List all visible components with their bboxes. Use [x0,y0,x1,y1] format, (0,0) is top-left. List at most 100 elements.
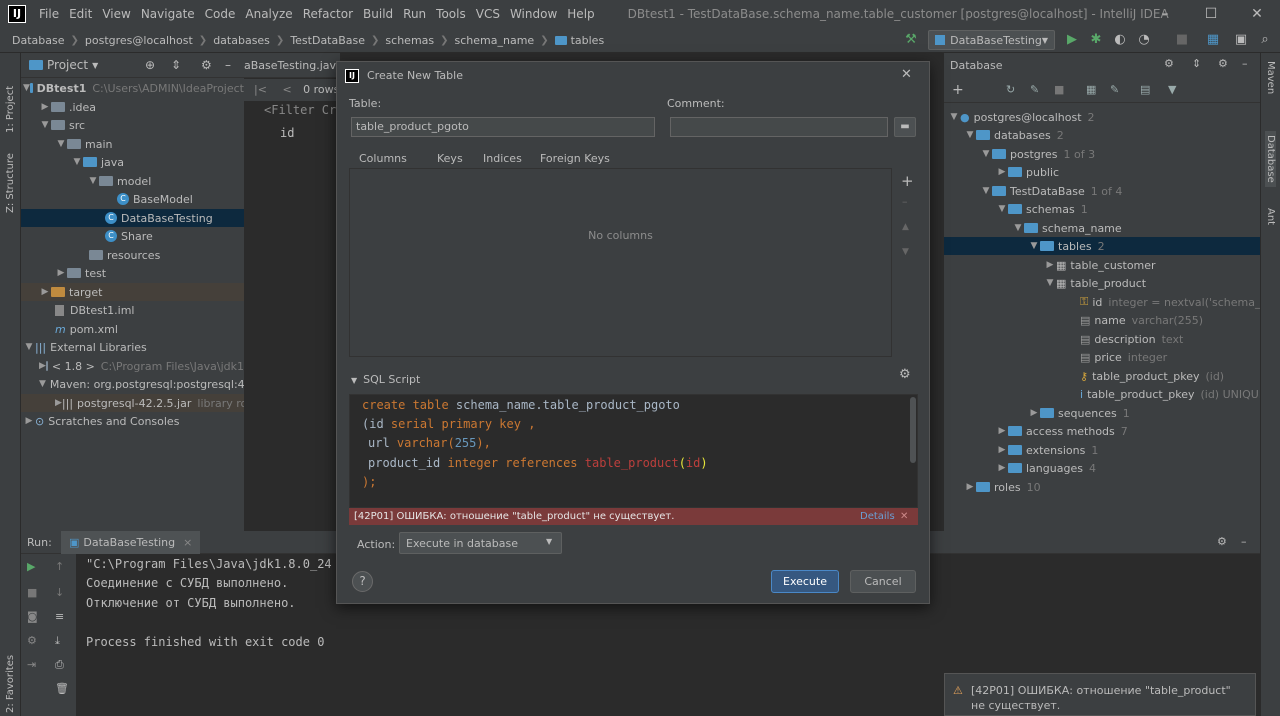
action-select[interactable]: Execute in database ▼ [399,532,562,554]
tree-row-maven-postgres[interactable]: ▼ Maven: org.postgresql:postgresql:4 [21,375,244,393]
project-structure-icon[interactable]: ▦ [1204,31,1222,49]
gear-icon[interactable]: ⚙ [1217,535,1227,548]
filter-input[interactable]: <Filter Cr [264,103,336,117]
debug-icon[interactable]: ✱ [1087,31,1105,49]
tree-row-databasetesting[interactable]: C DataBaseTesting [21,209,244,227]
close-icon[interactable]: ✕ [901,67,912,82]
tree-row-src[interactable]: ▼ src [21,116,244,134]
tab-foreign-keys[interactable]: Foreign Keys [540,152,610,165]
camera-icon[interactable]: ◙ [27,610,38,623]
sql-editor[interactable]: create table schema_name.table_product_p… [349,394,918,508]
crumb-testdatabase[interactable]: TestDataBase [290,34,365,47]
tree-row-java[interactable]: ▼ java [21,153,244,171]
close-error-icon[interactable]: ✕ [900,511,908,522]
hide-icon[interactable]: – [225,58,231,72]
tree-row-basemodel[interactable]: C BaseModel [21,190,244,208]
tab-favorites[interactable]: 2: Favorites [5,653,16,713]
gear-icon[interactable]: ⚙ [1164,57,1174,70]
crumb-schema-name[interactable]: schema_name [455,34,535,47]
db-row-roles[interactable]: ▶ roles 10 [944,478,1260,496]
stop-icon[interactable]: ■ [1054,83,1064,96]
db-row-host[interactable]: ▼ ● postgres@localhost 2 [944,108,1260,126]
db-row-pkey[interactable]: ⚷ table_product_pkey (id) [944,367,1260,385]
layout-icon[interactable]: ▣ [1232,31,1250,49]
run-tab[interactable]: ▣ DataBaseTesting × [61,531,201,554]
settings-icon[interactable]: ⚙ [1218,57,1228,70]
rerun-icon[interactable]: ▶ [27,560,35,573]
hide-icon[interactable]: – [1241,535,1247,548]
coverage-icon[interactable]: ◐ [1111,31,1129,49]
close-tab-icon[interactable]: × [183,536,192,549]
close-window-icon[interactable]: ✕ [1234,0,1280,28]
table-view-icon[interactable]: ▦ [1086,83,1096,96]
edit-icon[interactable]: ✎ [1110,83,1119,96]
editor-tab[interactable]: aBaseTesting.java [244,53,343,78]
tab-keys[interactable]: Keys [437,152,463,165]
table-name-input[interactable]: table_product_pgoto [351,117,655,137]
tab-maven[interactable]: Maven [1265,61,1276,94]
tree-row-jdk[interactable]: ▶ < 1.8 > C:\Program Files\Java\jdk1 [21,357,244,375]
profile-icon[interactable]: ◔ [1135,31,1153,49]
move-up-icon[interactable]: ▲ [902,222,909,232]
exit-icon[interactable]: ⇥ [27,658,36,671]
menu-help[interactable]: Help [562,0,599,28]
soft-wrap-icon[interactable]: ≡ [55,610,64,623]
run-config-select[interactable]: DataBaseTesting ▼ [928,30,1055,50]
add-column-icon[interactable]: + [901,172,914,190]
db-row-table-customer[interactable]: ▶ ▦ table_customer [944,256,1260,274]
crumb-tables[interactable]: tables [554,34,604,47]
crumb-host[interactable]: postgres@localhost [85,34,193,47]
scroll-end-icon[interactable]: ⤓ [55,634,60,648]
tree-row-external-libraries[interactable]: ▼ ||| External Libraries [21,338,244,356]
tree-row-dbtest1[interactable]: ▼ DBtest1 C:\Users\ADMIN\IdeaProject [21,79,244,97]
tab-database[interactable]: Database [1265,131,1276,187]
tree-row-resources[interactable]: resources [21,246,244,264]
tab-structure[interactable]: Z: Structure [5,143,16,213]
menu-build[interactable]: Build [358,0,398,28]
menu-tools[interactable]: Tools [431,0,471,28]
menu-file[interactable]: File [34,0,64,28]
print-icon[interactable]: ⎙ [55,658,64,672]
db-row-schema-name[interactable]: ▼ schema_name [944,219,1260,237]
search-everywhere-icon[interactable]: ⌕ [1256,31,1274,49]
minimize-icon[interactable]: – [1142,0,1188,28]
tree-row-iml[interactable]: DBtest1.iml [21,301,244,319]
comment-edit-icon[interactable]: ▬ [894,117,916,137]
refresh-icon[interactable]: ↻ [1006,83,1015,96]
db-row-public[interactable]: ▶ public [944,163,1260,181]
help-button[interactable]: ? [352,571,373,592]
tree-row-test[interactable]: ▶ test [21,264,244,282]
menu-analyze[interactable]: Analyze [240,0,297,28]
tree-row-pom[interactable]: m pom.xml [21,320,244,338]
hammer-icon[interactable]: ⚒ [902,31,920,49]
tab-indices[interactable]: Indices [483,152,522,165]
error-notification[interactable]: ⚠ [42P01] ОШИБКА: отношение "table_produ… [944,673,1256,716]
db-row-databases[interactable]: ▼ databases 2 [944,126,1260,144]
crumb-databases[interactable]: databases [213,34,270,47]
db-row-testdatabase[interactable]: ▼ TestDataBase 1 of 4 [944,182,1260,200]
db-row-extensions[interactable]: ▶ extensions 1 [944,441,1260,459]
menu-code[interactable]: Code [200,0,241,28]
menu-navigate[interactable]: Navigate [136,0,200,28]
run-icon[interactable]: ▶ [1063,31,1081,49]
comment-input[interactable] [670,117,888,137]
db-row-postgres[interactable]: ▼ postgres 1 of 3 [944,145,1260,163]
menu-window[interactable]: Window [505,0,562,28]
cancel-button[interactable]: Cancel [850,570,916,593]
menu-edit[interactable]: Edit [64,0,97,28]
db-row-sequences[interactable]: ▶ sequences 1 [944,404,1260,422]
tree-row-target[interactable]: ▶ target [21,283,244,301]
stop-icon[interactable]: ■ [1173,31,1191,49]
db-row-col-price[interactable]: ▤ price integer [944,348,1260,366]
tree-row-jar[interactable]: ▶|||postgresql-42.2.5.jarlibrary roo [21,394,244,412]
move-down-icon[interactable]: ▼ [902,247,909,257]
tree-row-idea[interactable]: ▶ .idea [21,98,244,116]
remove-column-icon[interactable]: – [902,195,908,208]
db-row-access-methods[interactable]: ▶ access methods 7 [944,422,1260,440]
db-row-tables[interactable]: ▼ tables 2 [944,237,1260,255]
console-icon[interactable]: ▤ [1140,83,1150,96]
scroll-up-icon[interactable]: ↑ [55,560,64,573]
prev-page-icon[interactable]: < [282,83,291,96]
sql-scrollbar[interactable] [910,397,916,463]
db-row-table-product[interactable]: ▼ ▦ table_product [944,274,1260,292]
